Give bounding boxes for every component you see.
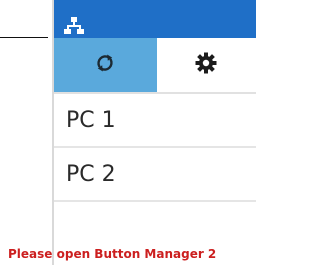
device-item-pc-2[interactable]: PC 2 (54, 148, 256, 202)
toolbar (54, 38, 256, 94)
gear-icon (195, 52, 217, 78)
status-message: Please open Button Manager 2 (8, 247, 217, 261)
network-icon (64, 17, 84, 35)
title-bar (54, 0, 256, 38)
device-item-pc-1[interactable]: PC 1 (54, 94, 256, 148)
button-manager-panel: PC 1 PC 2 (52, 0, 256, 265)
settings-button[interactable] (156, 38, 256, 92)
callout-line-left (0, 37, 48, 38)
device-label: PC 2 (66, 161, 116, 187)
device-label: PC 1 (66, 107, 116, 133)
refresh-icon (93, 51, 117, 79)
refresh-button[interactable] (54, 38, 157, 92)
